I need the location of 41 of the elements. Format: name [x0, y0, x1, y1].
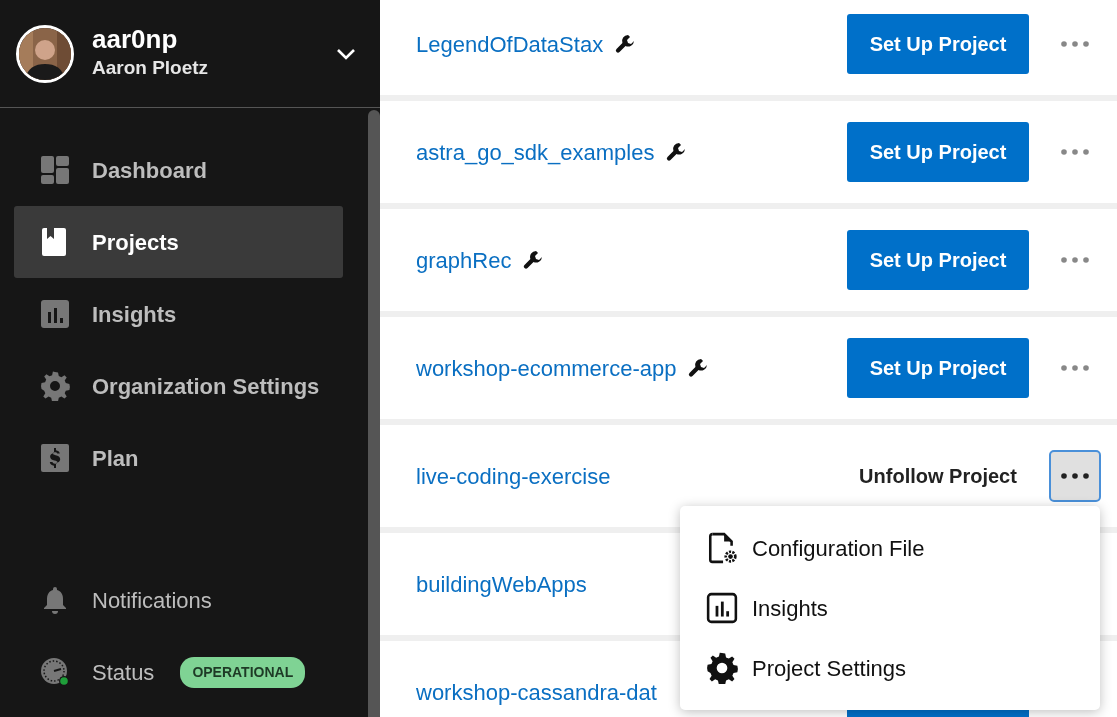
ellipsis-icon [1060, 256, 1090, 264]
user-full-name: Aaron Ploetz [92, 55, 210, 80]
status-gauge-icon [40, 657, 70, 687]
menu-item[interactable]: Insights [680, 578, 1100, 638]
bar-chart-icon [40, 299, 70, 329]
gear-icon [706, 652, 738, 684]
project-link[interactable]: astra_go_sdk_examples [416, 135, 655, 169]
set-up-project-button[interactable]: Set Up Project [847, 338, 1029, 398]
gear-icon [40, 371, 70, 401]
ellipsis-icon [1060, 472, 1090, 480]
status-badge: OPERATIONAL [180, 656, 306, 688]
set-up-project-button[interactable]: Set Up Project [847, 122, 1029, 182]
project-link[interactable]: LegendOfDataStax [416, 27, 604, 61]
menu-item[interactable]: Configuration File [680, 518, 1100, 578]
ellipsis-icon [1060, 40, 1090, 48]
more-options-button[interactable] [1049, 450, 1101, 502]
nav-link[interactable]: Status [92, 655, 155, 689]
bar-chart-icon [706, 592, 738, 624]
ellipsis-icon [1060, 148, 1090, 156]
nav-item[interactable]: Projects [14, 206, 343, 278]
nav-link[interactable]: Notifications [92, 583, 212, 617]
unfollow-link[interactable]: Unfollow Project [847, 461, 1029, 491]
file-gear-icon [706, 532, 738, 564]
nav-item[interactable]: Plan [14, 422, 343, 494]
project-link[interactable]: graphRec [416, 243, 512, 277]
nav-item[interactable]: Insights [14, 278, 343, 350]
nav-item[interactable]: Organization Settings [14, 350, 343, 422]
ellipsis-icon [1060, 364, 1090, 372]
dashboard-icon [40, 155, 70, 185]
scrollbar[interactable] [368, 110, 380, 717]
dollar-icon [40, 443, 70, 473]
nav-item[interactable]: Dashboard [14, 134, 343, 206]
set-up-project-button[interactable]: Set Up Project [847, 14, 1029, 74]
username: aar0np [92, 24, 179, 54]
project-link[interactable]: workshop-ecommerce-app [416, 351, 677, 385]
set-up-project-button[interactable]: Set Up Project [847, 230, 1029, 290]
menu-item[interactable]: Project Settings [680, 638, 1100, 698]
project-link[interactable]: workshop-cassandra-dat [416, 675, 657, 709]
project-link[interactable]: buildingWebApps [416, 567, 587, 601]
project-link[interactable]: live-coding-exercise [416, 459, 611, 493]
chevron-down-icon[interactable] [336, 47, 356, 60]
